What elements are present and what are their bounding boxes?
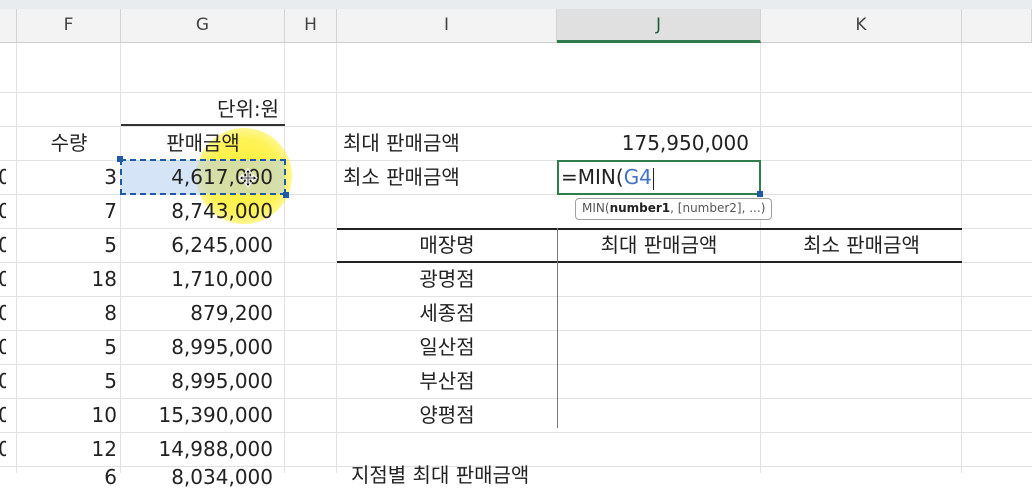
sales-header[interactable]: 판매금액	[121, 126, 285, 160]
text-caret	[652, 167, 654, 190]
store-name-header[interactable]: 매장명	[337, 228, 557, 262]
quantity-cell[interactable]: 5	[17, 364, 121, 398]
store-name-cell[interactable]: 양평점	[337, 398, 557, 432]
edge-cell[interactable]: 0	[0, 228, 6, 262]
title-bar-strip	[0, 0, 1032, 9]
quantity-cell[interactable]: 7	[17, 194, 121, 228]
quantity-cell[interactable]: 6	[17, 460, 121, 494]
column-header-E[interactable]	[0, 9, 17, 43]
column-header-H[interactable]: H	[285, 9, 337, 43]
sales-cell[interactable]: 8,995,000	[121, 330, 285, 364]
column-header-K[interactable]: K	[761, 9, 962, 43]
max-sales-value[interactable]: 175,950,000	[557, 126, 761, 160]
store-name-cell[interactable]: 부산점	[337, 364, 557, 398]
store-min-header[interactable]: 최소 판매금액	[761, 228, 962, 262]
sales-cell[interactable]: 6,245,000	[121, 228, 285, 262]
edge-cell[interactable]: 0	[0, 330, 6, 364]
formula-reference: G4	[623, 165, 652, 189]
quantity-cell[interactable]: 10	[17, 398, 121, 432]
sales-cell[interactable]: 4,617,000	[121, 160, 285, 194]
edge-cell[interactable]: 0	[0, 262, 6, 296]
store-name-cell[interactable]: 세종점	[337, 296, 557, 330]
store-max-header[interactable]: 최대 판매금액	[557, 228, 761, 262]
column-header-L[interactable]	[962, 9, 1032, 43]
move-cursor-icon	[238, 168, 258, 188]
formula-text: =MIN(G4	[561, 165, 654, 190]
quantity-cell[interactable]: 8	[17, 296, 121, 330]
store-name-cell[interactable]: 광명점	[337, 262, 557, 296]
function-tooltip[interactable]: MIN(number1, [number2], ...)	[575, 198, 773, 220]
formula-edit-cell[interactable]: =MIN(G4	[557, 160, 761, 195]
column-header-F[interactable]: F	[17, 9, 121, 43]
column-header-I[interactable]: I	[337, 9, 557, 43]
sales-cell[interactable]: 1,710,000	[121, 262, 285, 296]
quantity-header[interactable]: 수량	[17, 126, 121, 160]
sales-cell[interactable]: 8,743,000	[121, 194, 285, 228]
sales-cell[interactable]: 879,200	[121, 296, 285, 330]
edge-cell[interactable]: 0	[0, 296, 6, 330]
fill-handle[interactable]	[757, 191, 763, 197]
edge-cell[interactable]: 0	[0, 432, 6, 466]
quantity-cell[interactable]: 5	[17, 228, 121, 262]
store-name-cell[interactable]: 일산점	[337, 330, 557, 364]
sales-cell[interactable]: 8,995,000	[121, 364, 285, 398]
column-header-J[interactable]: J	[557, 9, 761, 43]
sales-cell[interactable]: 15,390,000	[121, 398, 285, 432]
column-header-G[interactable]: G	[121, 9, 285, 43]
edge-cell[interactable]: 0	[0, 194, 6, 228]
quantity-cell[interactable]: 5	[17, 330, 121, 364]
edge-cell[interactable]: 0	[0, 364, 6, 398]
min-sales-label[interactable]: 최소 판매금액	[337, 160, 557, 194]
bottom-partial-label[interactable]: 지점별 최대 판매금액	[345, 458, 575, 492]
sales-cell[interactable]: 8,034,000	[121, 460, 285, 494]
max-sales-label[interactable]: 최대 판매금액	[337, 126, 557, 160]
edge-cell[interactable]: 0	[0, 160, 6, 194]
tooltip-current-arg: number1	[609, 201, 671, 215]
quantity-cell[interactable]: 3	[17, 160, 121, 194]
edge-cell[interactable]: 0	[0, 398, 6, 432]
unit-label: 단위:원	[217, 97, 279, 121]
quantity-cell[interactable]: 18	[17, 262, 121, 296]
